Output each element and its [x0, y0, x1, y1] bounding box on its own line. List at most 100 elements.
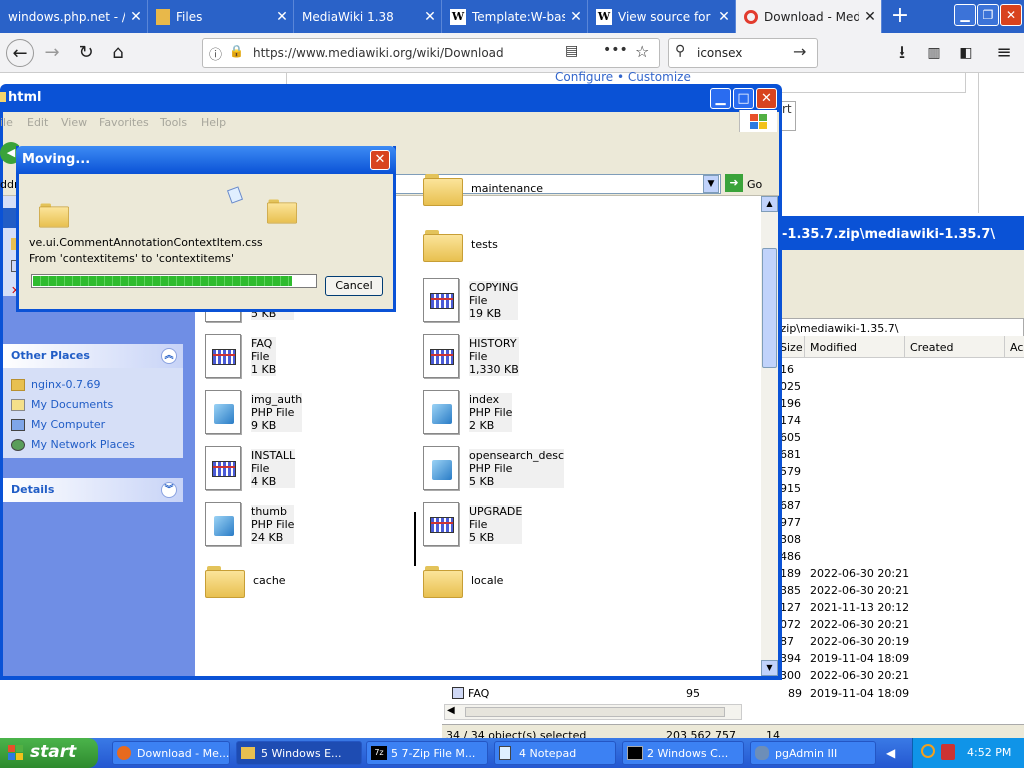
tab-label: View source for Te [618, 9, 713, 24]
file-item[interactable]: tests [423, 228, 498, 262]
menu-icon[interactable]: ≡ [990, 39, 1018, 67]
file-item[interactable]: opensearch_desc PHP File 5 KB [423, 446, 565, 490]
details-header[interactable]: Details ︾ [3, 478, 183, 502]
place-my-documents[interactable]: My Documents [11, 398, 113, 411]
restore-icon[interactable]: ❐ [977, 4, 999, 26]
close-window-icon[interactable]: ✕ [1000, 4, 1022, 26]
task-pgadmin[interactable]: pgAdmin III [750, 741, 876, 765]
url-bar[interactable]: ⓘ 🔒 https://www.mediawiki.org/wiki/Downl… [202, 38, 660, 68]
menu-favorites[interactable]: Favorites [99, 116, 149, 129]
close-icon[interactable]: ✕ [125, 9, 147, 25]
search-icon[interactable] [921, 744, 935, 758]
close-icon[interactable]: ✕ [565, 9, 587, 25]
zip-row-modified: 2019-11-04 18:09 [810, 687, 910, 700]
file-item[interactable]: INSTALL File 4 KB [205, 446, 296, 490]
file-item[interactable]: cache [205, 564, 286, 598]
vertical-scrollbar[interactable]: ▲ ▼ [761, 196, 778, 676]
scroll-down-icon[interactable]: ▼ [761, 660, 778, 676]
info-icon[interactable]: ⓘ [209, 44, 222, 63]
column-size[interactable]: Size [780, 341, 803, 354]
page-button-fragment[interactable]: rt [780, 101, 796, 131]
menu-view[interactable]: View [61, 116, 87, 129]
file-item[interactable]: COPYING File 19 KB [423, 278, 519, 322]
sidebar-icon[interactable]: ◧ [952, 39, 980, 67]
close-icon[interactable]: ✕ [419, 9, 441, 25]
place-nginx[interactable]: nginx-0.7.69 [11, 378, 100, 391]
browser-tab-mediawiki[interactable]: MediaWiki 1.38 ✕ [294, 0, 442, 33]
file-item[interactable]: UPGRADE File 5 KB [423, 502, 523, 546]
reload-icon[interactable]: ↻ [72, 39, 100, 67]
close-icon[interactable]: ✕ [713, 9, 735, 25]
chevron-down-icon[interactable]: ▼ [703, 175, 719, 193]
browser-tab-windows-php[interactable]: windows.php.net - /do✕ [0, 0, 148, 33]
file-item[interactable]: thumb PHP File 24 KB [205, 502, 295, 546]
file-item[interactable]: locale [423, 564, 503, 598]
task-notepad[interactable]: 4 Notepad [494, 741, 616, 765]
browser-tab-template[interactable]: W Template:W-basic✕ [442, 0, 588, 33]
table-row[interactable]: FAQ 95 89 2019-11-04 18:09 [442, 685, 1024, 702]
close-icon[interactable]: ✕ [370, 150, 390, 170]
forward-icon[interactable]: → [38, 39, 66, 67]
task-windows-explorer[interactable]: 5 Windows E... [236, 741, 362, 765]
menu-tools[interactable]: Tools [160, 116, 187, 129]
menu-file[interactable]: ile [0, 116, 13, 129]
other-places-title: Other Places [11, 349, 90, 362]
close-icon[interactable]: ✕ [859, 9, 881, 25]
chevron-up-icon[interactable]: ︽ [161, 348, 177, 364]
bookmark-star-icon[interactable]: ☆ [635, 42, 649, 61]
search-go-icon[interactable]: → [793, 42, 806, 61]
scrollbar-thumb[interactable] [762, 248, 777, 368]
home-icon[interactable]: ⌂ [104, 39, 132, 67]
scroll-up-icon[interactable]: ▲ [761, 196, 778, 212]
file-item[interactable]: FAQ File 1 KB [205, 334, 277, 378]
tray-app-icon[interactable] [941, 744, 955, 760]
maximize-icon[interactable]: □ [733, 88, 754, 109]
file-item[interactable]: HISTORY File 1,330 KB [423, 334, 519, 378]
cancel-button[interactable]: Cancel [325, 276, 383, 296]
file-item[interactable]: img_auth PHP File 9 KB [205, 390, 303, 434]
task-7zip[interactable]: 7z 5 7-Zip File M... [366, 741, 488, 765]
file-item[interactable]: maintenance [423, 172, 543, 206]
php-file-icon [205, 502, 241, 546]
search-bar[interactable]: ⚲ iconsex → [668, 38, 818, 68]
file-name: UPGRADE [469, 504, 523, 518]
search-input[interactable]: iconsex [697, 46, 742, 60]
start-button[interactable]: start [0, 738, 98, 768]
close-icon[interactable]: ✕ [756, 88, 777, 109]
task-firefox[interactable]: Download - Me... [112, 741, 230, 765]
menu-edit[interactable]: Edit [27, 116, 48, 129]
library-icon[interactable]: ▥ [920, 39, 948, 67]
go-arrow-icon[interactable]: ➜ [725, 174, 743, 192]
download-icon[interactable]: ⭳ [888, 39, 916, 67]
url-text[interactable]: https://www.mediawiki.org/wiki/Download [253, 46, 504, 60]
column-modified[interactable]: Modified [810, 341, 857, 354]
window-title: html [8, 90, 42, 105]
file-item[interactable]: index PHP File 2 KB [423, 390, 513, 434]
more-icon[interactable]: ••• [603, 42, 628, 58]
minimize-icon[interactable]: ▁ [710, 88, 731, 109]
minimize-icon[interactable]: ▁ [954, 4, 976, 26]
cmd-icon [627, 746, 643, 760]
go-button[interactable]: Go [747, 178, 762, 191]
folder-icon [423, 228, 463, 262]
other-places-header[interactable]: Other Places ︽ [3, 344, 183, 368]
back-icon[interactable]: ← [6, 39, 34, 67]
reader-view-icon[interactable]: ▤ [565, 43, 578, 59]
browser-tab-view-source[interactable]: W View source for Te✕ [588, 0, 736, 33]
place-my-computer[interactable]: My Computer [11, 418, 105, 431]
column-accessed[interactable]: Ac [1010, 341, 1023, 354]
chevron-down-icon[interactable]: ︾ [161, 482, 177, 498]
show-hidden-icons-icon[interactable]: ◀ [886, 746, 895, 760]
browser-tab-files[interactable]: Files ✕ [148, 0, 294, 33]
horizontal-scrollbar[interactable]: ◀ [444, 704, 742, 720]
place-my-network[interactable]: My Network Places [11, 438, 135, 451]
browser-tab-download[interactable]: Download - Media✕ [736, 0, 882, 33]
close-icon[interactable]: ✕ [271, 9, 293, 25]
new-tab-icon[interactable]: + [886, 2, 914, 30]
scrollbar-thumb[interactable] [465, 707, 725, 717]
page-links[interactable]: Configure • Customize [555, 70, 691, 84]
menu-help[interactable]: Help [201, 116, 226, 129]
column-created[interactable]: Created [910, 341, 954, 354]
scroll-left-icon[interactable]: ◀ [447, 705, 455, 716]
task-command-prompt[interactable]: 2 Windows C... [622, 741, 744, 765]
